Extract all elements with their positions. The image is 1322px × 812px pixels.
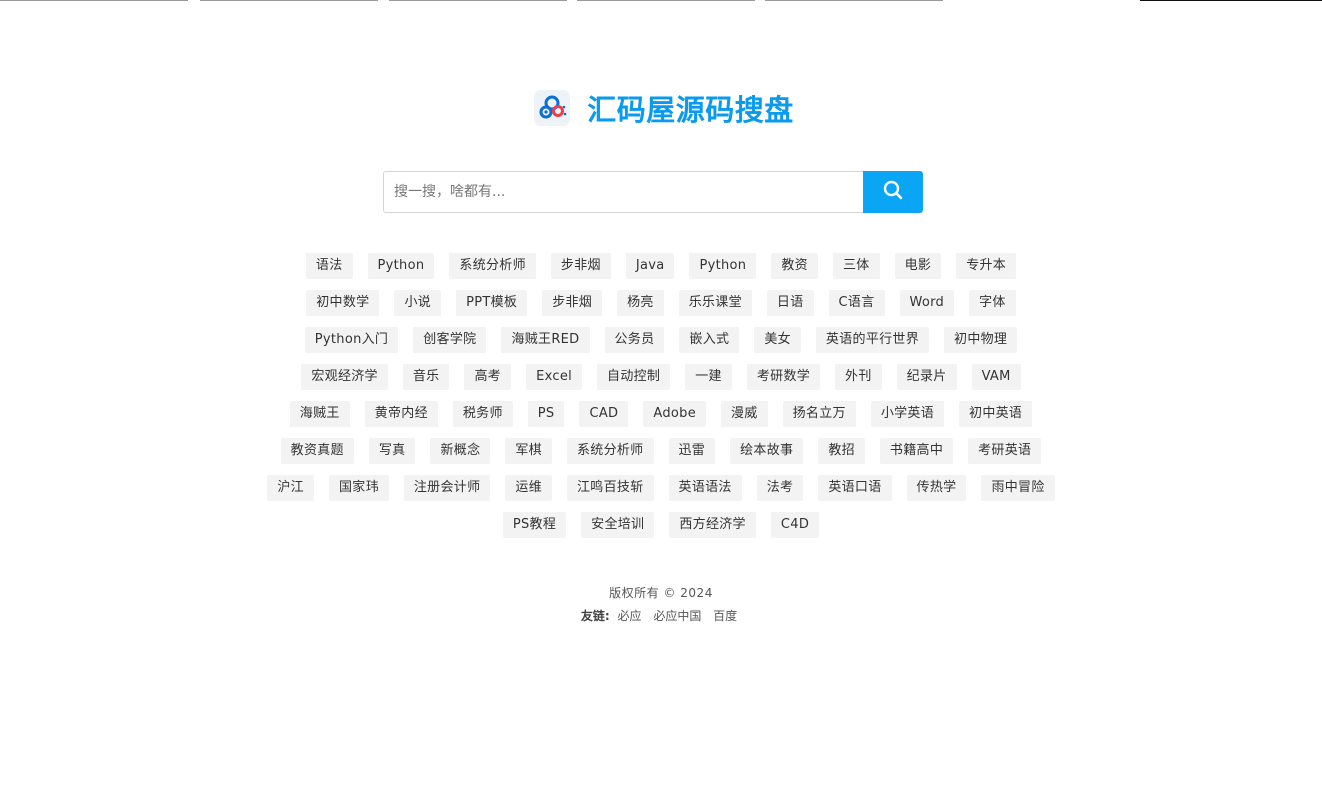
search-tag[interactable]: Python入门 [304, 327, 399, 353]
search-tag[interactable]: 运维 [505, 475, 552, 501]
search-tag[interactable]: 税务师 [452, 401, 513, 427]
search-tag[interactable]: 乐乐课堂 [678, 290, 752, 316]
search-tag[interactable]: Adobe [643, 401, 706, 427]
tag-row: 教资真题 写真 新概念 军棋 系统分析师 迅雷 绘本故事 教招 书籍高中 考研英语 [230, 438, 1092, 465]
search-icon [883, 180, 903, 204]
search-tag[interactable]: 教资 [771, 253, 818, 279]
search-tag[interactable]: 美女 [754, 327, 801, 353]
copyright-text: 版权所有 © 2024 [609, 586, 713, 600]
search-tag[interactable]: 字体 [969, 290, 1016, 316]
search-tag[interactable]: 考研数学 [746, 364, 821, 390]
search-tag[interactable]: Word [899, 290, 955, 316]
search-tag[interactable]: 考研英语 [968, 438, 1042, 464]
search-tag[interactable]: 沪江 [267, 475, 314, 501]
search-tag[interactable]: PPT模板 [456, 290, 528, 316]
search-tag[interactable]: 一建 [685, 364, 732, 390]
search-tag[interactable]: 雨中冒险 [981, 475, 1055, 501]
friend-link[interactable]: 必应中国 [653, 609, 701, 623]
friend-link[interactable]: 百度 [713, 609, 737, 623]
search-tag[interactable]: 迅雷 [668, 438, 716, 464]
search-tag[interactable]: 安全培训 [581, 512, 655, 538]
search-tag[interactable]: 书籍高中 [879, 438, 954, 464]
search-tag[interactable]: 军棋 [505, 438, 552, 464]
footer: 版权所有 © 2024 友链: 必应 必应中国 百度 [0, 584, 1322, 625]
tag-row: PS教程 安全培训 西方经济学 C4D [230, 512, 1092, 539]
search-tag[interactable]: 海贼王 [289, 401, 350, 427]
search-tag[interactable]: 嵌入式 [679, 327, 740, 353]
search-tag[interactable]: C语言 [828, 290, 885, 316]
friend-link[interactable]: 必应 [617, 609, 641, 623]
search-tag[interactable]: 黄帝内经 [364, 401, 438, 427]
tag-row: 沪江 国家玮 注册会计师 运维 江鸣百技斩 英语语法 法考 英语口语 传热学 雨中冒险 [230, 475, 1092, 502]
search-tag[interactable]: 新概念 [430, 438, 491, 464]
search-tag[interactable]: 步非烟 [550, 253, 611, 279]
search-tag[interactable]: 英语语法 [668, 475, 742, 501]
friend-links: 友链: 必应 必应中国 百度 [0, 607, 1322, 625]
tag-row: Python入门 创客学院 海贼王RED 公务员 嵌入式 美女 英语的平行世界 初中物理 [230, 327, 1092, 354]
search-tag[interactable]: 西方经济学 [669, 512, 756, 538]
search-tag[interactable]: 三体 [832, 253, 880, 279]
tag-row: 宏观经济学 音乐 高考 Excel 自动控制 一建 考研数学 外刊 纪录片 VAM [230, 364, 1092, 391]
search-tag[interactable]: 江鸣百技斩 [567, 475, 654, 501]
search-tag[interactable]: 步非烟 [542, 290, 603, 316]
search-tag[interactable]: 教资真题 [280, 438, 354, 464]
cloud-share-icon[interactable] [534, 90, 571, 126]
top-progress-bar [0, 0, 1322, 2]
search-tag[interactable]: 海贼王RED [501, 327, 590, 353]
search-bar [383, 171, 923, 213]
search-tag[interactable]: 专升本 [956, 253, 1017, 279]
search-tag[interactable]: Java [625, 253, 675, 279]
search-tag[interactable]: 宏观经济学 [301, 364, 388, 390]
search-tag[interactable]: 音乐 [402, 364, 450, 390]
search-tag[interactable]: 国家玮 [328, 475, 389, 501]
search-tag[interactable]: 初中英语 [959, 401, 1033, 427]
search-tag[interactable]: 初中物理 [944, 327, 1018, 353]
search-tag[interactable]: 写真 [368, 438, 416, 464]
search-tag[interactable]: 英语的平行世界 [815, 327, 930, 353]
site-title[interactable]: 汇码屋源码搜盘 [587, 87, 794, 129]
search-tag[interactable]: 外刊 [835, 364, 882, 390]
search-tag[interactable]: 小说 [394, 290, 442, 316]
site-header: 汇码屋源码搜盘 [0, 88, 1322, 128]
search-tag[interactable]: 高考 [464, 364, 512, 390]
search-tag[interactable]: 电影 [894, 253, 942, 279]
hot-tags: 语法 Python 系统分析师 步非烟 Java Python 教资 三体 电影 专升本 初中数学小… [230, 253, 1092, 549]
search-tag[interactable]: 系统分析师 [449, 253, 536, 279]
search-tag[interactable]: 注册会计师 [403, 475, 491, 501]
search-tag[interactable]: VAM [971, 364, 1021, 390]
search-tag[interactable]: 法考 [756, 475, 804, 501]
search-tag[interactable]: 教招 [818, 438, 865, 464]
search-tag[interactable]: 语法 [305, 253, 353, 279]
search-tag[interactable]: 小学英语 [870, 401, 945, 427]
search-tag[interactable]: 系统分析师 [566, 438, 654, 464]
search-button[interactable] [863, 171, 923, 213]
tag-row: 海贼王 黄帝内经 税务师 PS CAD Adobe 漫威 扬名立万 小学英语 初中英语 [230, 401, 1092, 428]
search-tag[interactable]: 漫威 [721, 401, 768, 427]
search-tag[interactable]: 公务员 [604, 327, 665, 353]
search-tag[interactable]: 日语 [766, 290, 814, 316]
search-tag[interactable]: Python [689, 253, 757, 279]
search-tag[interactable]: Excel [526, 364, 583, 390]
search-tag[interactable]: 扬名立万 [782, 401, 856, 427]
search-tag[interactable]: Python [367, 253, 435, 279]
search-tag[interactable]: 初中数学 [306, 290, 380, 316]
search-tag[interactable]: 英语口语 [818, 475, 892, 501]
tag-row: 初中数学 小说 PPT模板 步非烟 杨亮 乐乐课堂 日语 C语言 Word 字体 [230, 290, 1092, 317]
search-tag[interactable]: 绘本故事 [730, 438, 804, 464]
search-tag[interactable]: PS教程 [502, 512, 567, 538]
search-tag[interactable]: C4D [770, 512, 820, 538]
friend-links-label: 友链: [580, 609, 610, 623]
search-tag[interactable]: CAD [579, 401, 629, 427]
search-tag[interactable]: 传热学 [906, 475, 967, 501]
search-tag[interactable]: 自动控制 [597, 364, 671, 390]
tag-row: 语法 Python 系统分析师 步非烟 Java Python 教资 三体 电影 专升本 [230, 253, 1092, 280]
search-tag[interactable]: PS [527, 401, 565, 427]
search-tag[interactable]: 纪录片 [896, 364, 957, 390]
search-input[interactable] [383, 171, 863, 213]
search-tag[interactable]: 创客学院 [413, 327, 487, 353]
search-tag[interactable]: 杨亮 [617, 290, 664, 316]
